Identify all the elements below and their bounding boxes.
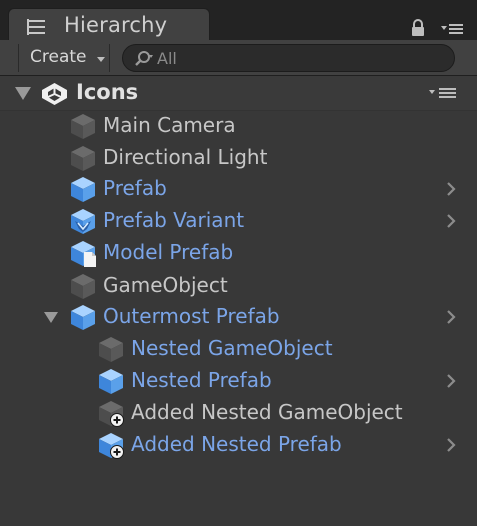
list-item-added-nested-prefab[interactable]: Added Nested Prefab [0, 429, 477, 461]
list-item-prefab-variant[interactable]: Prefab Variant [0, 205, 477, 237]
prefab-icon [71, 305, 95, 330]
tab-title: Hierarchy [64, 13, 168, 37]
model-prefab-icon [71, 241, 96, 267]
window-tab-bar: Hierarchy [0, 0, 477, 44]
scene-menu-icon[interactable] [429, 87, 457, 99]
gameobject-icon [99, 337, 123, 362]
lock-icon[interactable] [410, 19, 426, 37]
list-item-main-camera[interactable]: Main Camera [0, 110, 477, 142]
item-label: Prefab Variant [103, 208, 245, 232]
list-item-added-nested-gameobject[interactable]: Added Nested GameObject [0, 397, 477, 429]
hierarchy-list-icon [27, 19, 45, 35]
list-item-directional-light[interactable]: Directional Light [0, 142, 477, 174]
item-label: Outermost Prefab [103, 304, 280, 328]
gameobject-icon [71, 146, 95, 171]
prefab-icon [71, 177, 95, 202]
item-label: Nested Prefab [131, 368, 272, 392]
expand-arrow-icon[interactable] [44, 312, 58, 323]
item-label: Added Nested Prefab [131, 432, 342, 456]
item-label: Added Nested GameObject [131, 400, 403, 424]
added-gameobject-icon [99, 401, 124, 427]
scene-title: Icons [76, 80, 139, 104]
empty-hierarchy-area[interactable] [0, 464, 477, 526]
chevron-right-icon[interactable] [445, 181, 457, 197]
list-item-nested-gameobject[interactable]: Nested GameObject [0, 333, 477, 365]
list-item-gameobject[interactable]: GameObject [0, 270, 477, 302]
list-item-model-prefab[interactable]: Model Prefab [0, 237, 477, 269]
create-dropdown-button[interactable]: Create [18, 44, 110, 72]
chevron-right-icon[interactable] [445, 309, 457, 325]
search-input[interactable] [157, 46, 437, 70]
item-label: Directional Light [103, 145, 268, 169]
panel-menu-icon[interactable] [441, 23, 463, 35]
gameobject-icon [71, 114, 95, 139]
list-item-nested-prefab[interactable]: Nested Prefab [0, 365, 477, 397]
list-item-outermost-prefab[interactable]: Outermost Prefab [0, 301, 477, 333]
list-item-prefab[interactable]: Prefab [0, 173, 477, 205]
prefab-variant-icon [71, 209, 95, 234]
caret-down-icon [97, 57, 105, 62]
gameobject-icon [71, 274, 95, 299]
chevron-right-icon[interactable] [445, 213, 457, 229]
search-field[interactable] [122, 44, 455, 72]
item-label: Main Camera [103, 113, 236, 137]
added-prefab-icon [99, 433, 124, 459]
create-label: Create [30, 47, 87, 67]
unity-logo-icon [42, 83, 67, 105]
item-label: Model Prefab [103, 240, 234, 264]
chevron-right-icon[interactable] [445, 373, 457, 389]
hierarchy-tab[interactable]: Hierarchy [8, 8, 210, 44]
hierarchy-toolbar: Create [0, 40, 477, 76]
item-label: Nested GameObject [131, 336, 333, 360]
item-label: Prefab [103, 176, 167, 200]
expand-arrow-icon[interactable] [15, 87, 31, 100]
item-label: GameObject [103, 273, 228, 297]
scene-header-row[interactable]: Icons [0, 76, 477, 111]
search-icon[interactable] [133, 50, 155, 68]
chevron-right-icon[interactable] [445, 437, 457, 453]
prefab-icon [99, 369, 123, 394]
